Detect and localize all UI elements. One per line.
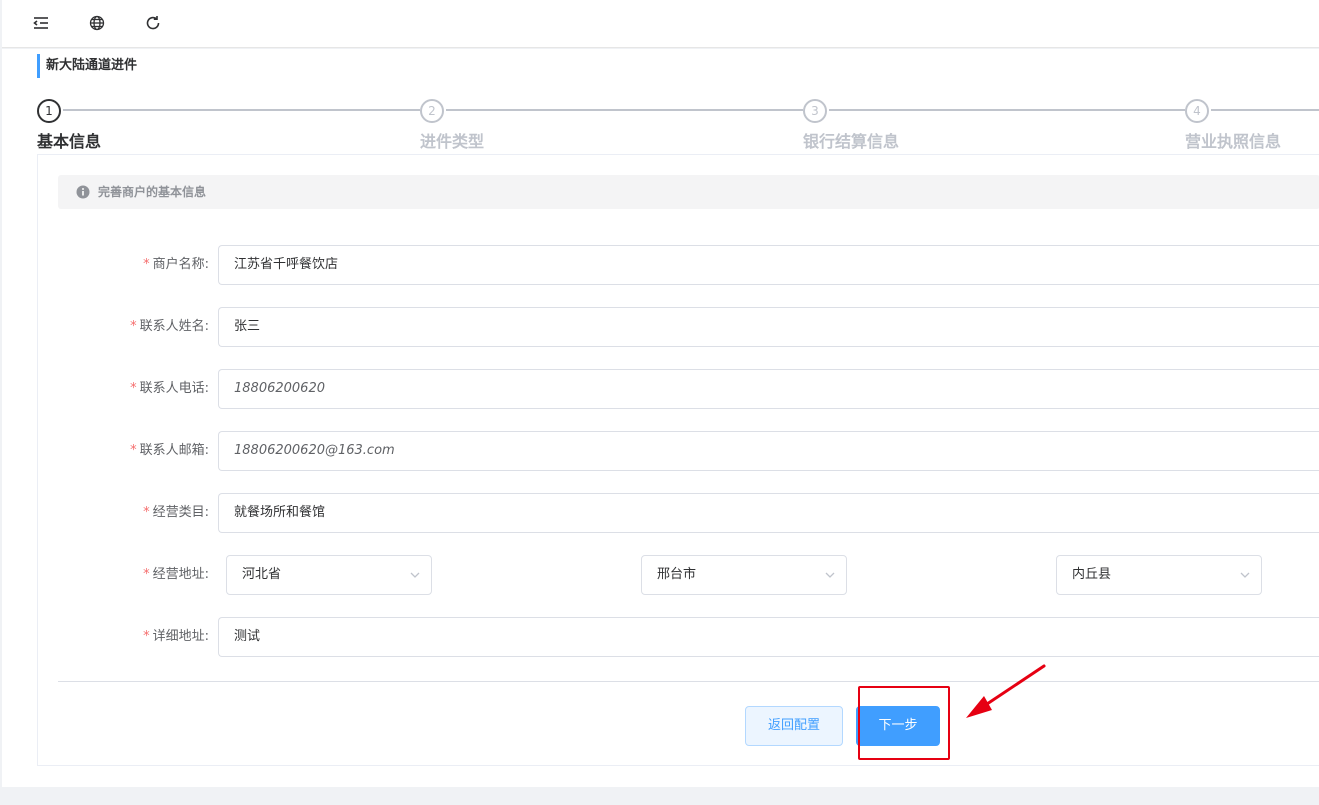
form-row-business-category: * 经营类目: 就餐场所和餐馆	[38, 493, 1319, 533]
chevron-down-icon	[824, 569, 836, 581]
globe-icon[interactable]	[88, 14, 106, 32]
step-connector	[446, 109, 803, 111]
step-connector	[829, 109, 1185, 111]
chevron-down-icon	[409, 569, 421, 581]
step-connector	[63, 109, 420, 111]
form-row-detail-address: * 详细地址: 测试	[38, 617, 1319, 657]
page-title: 新大陆通道进件	[37, 54, 137, 78]
alert-text: 完善商户的基本信息	[98, 185, 207, 199]
top-navbar	[2, 0, 1319, 48]
step-title: 营业执照信息	[1185, 132, 1282, 151]
required-mark: *	[143, 567, 150, 582]
step-number: 1	[37, 99, 61, 123]
required-mark: *	[143, 629, 150, 644]
main-content: 新大陆通道进件 1 基本信息 2 进件类型 3 银行结算信息 4 营业执照信息	[2, 49, 1319, 787]
province-value: 河北省	[242, 567, 282, 582]
required-mark: *	[143, 257, 150, 272]
contact-email-label: * 联系人邮箱:	[130, 443, 209, 458]
contact-phone-label: * 联系人电话:	[130, 381, 209, 396]
city-value: 邢台市	[657, 567, 697, 582]
detail-address-label: * 详细地址:	[143, 629, 209, 644]
step-number: 2	[420, 99, 444, 123]
detail-address-input[interactable]: 测试	[218, 617, 1319, 657]
form-row-business-address: * 经营地址: 河北省 邢台市 内丘县	[38, 555, 1319, 595]
step-connector	[1211, 109, 1319, 111]
district-select[interactable]: 内丘县	[1056, 555, 1262, 595]
annotation-highlight-box	[858, 686, 950, 760]
required-mark: *	[130, 319, 137, 334]
merchant-name-input[interactable]: 江苏省千呼餐饮店	[218, 245, 1319, 285]
business-category-label: * 经营类目:	[143, 505, 209, 520]
district-value: 内丘县	[1072, 567, 1112, 582]
step-title: 进件类型	[420, 132, 485, 151]
info-icon	[76, 185, 90, 199]
step-number: 4	[1185, 99, 1209, 123]
province-select[interactable]: 河北省	[226, 555, 432, 595]
contact-name-input[interactable]: 张三	[218, 307, 1319, 347]
step-title: 基本信息	[37, 132, 102, 151]
contact-phone-input[interactable]: 18806200620	[218, 369, 1319, 409]
required-mark: *	[130, 381, 137, 396]
steps-bar: 1 基本信息 2 进件类型 3 银行结算信息 4 营业执照信息	[37, 99, 1319, 151]
back-config-button[interactable]: 返回配置	[745, 706, 843, 746]
menu-fold-icon[interactable]	[32, 14, 50, 32]
step-title: 银行结算信息	[803, 132, 900, 151]
business-category-input[interactable]: 就餐场所和餐馆	[218, 493, 1319, 533]
contact-name-label: * 联系人姓名:	[130, 319, 209, 334]
info-alert: 完善商户的基本信息	[58, 175, 1319, 209]
required-mark: *	[143, 505, 150, 520]
form-card: 完善商户的基本信息 * 商户名称: 江苏省千呼餐饮店 * 联系人姓名: 张三 * 联系…	[37, 154, 1319, 766]
step-number: 3	[803, 99, 827, 123]
form-row-contact-phone: * 联系人电话: 18806200620	[38, 369, 1319, 409]
form-row-contact-email: * 联系人邮箱: 18806200620@163.com	[38, 431, 1319, 471]
required-mark: *	[130, 443, 137, 458]
annotation-arrow-icon	[960, 660, 1050, 725]
form-divider	[58, 681, 1319, 682]
contact-email-input[interactable]: 18806200620@163.com	[218, 431, 1319, 471]
form-row-contact-name: * 联系人姓名: 张三	[38, 307, 1319, 347]
city-select[interactable]: 邢台市	[641, 555, 847, 595]
business-address-label: * 经营地址:	[143, 567, 209, 582]
refresh-icon[interactable]	[144, 14, 162, 32]
merchant-name-label: * 商户名称:	[143, 257, 209, 272]
form-row-merchant-name: * 商户名称: 江苏省千呼餐饮店	[38, 245, 1319, 285]
chevron-down-icon	[1239, 569, 1251, 581]
